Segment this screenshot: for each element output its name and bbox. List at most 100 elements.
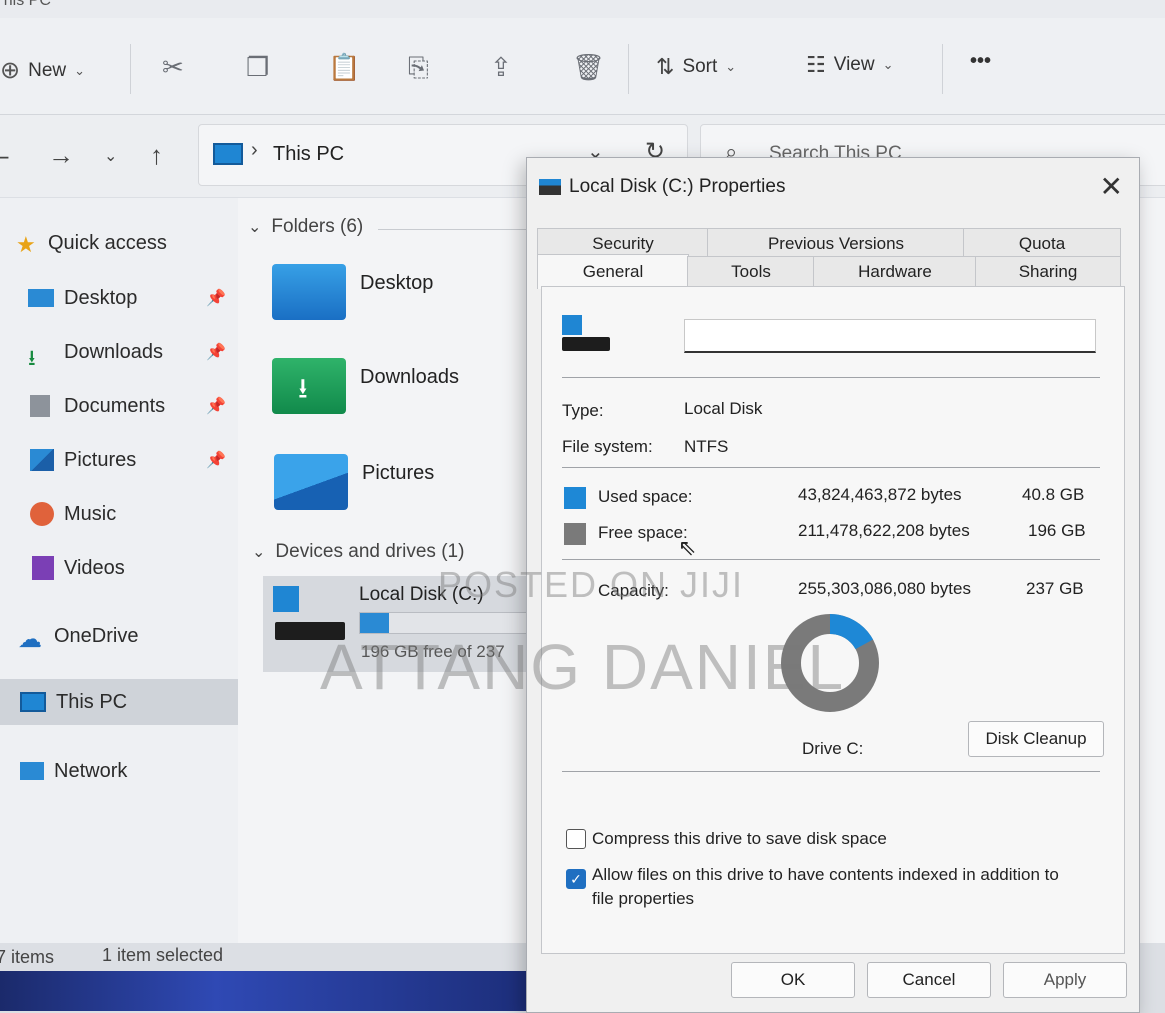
document-icon bbox=[30, 395, 50, 417]
cloud-icon: ☁ bbox=[18, 626, 42, 653]
sidebar-item-downloads[interactable]: ⭳ Downloads 📌 bbox=[0, 329, 262, 375]
sidebar-item-label: Pictures bbox=[64, 448, 137, 471]
pin-icon[interactable]: 📌 bbox=[206, 342, 226, 362]
back-arrow-icon[interactable]: – bbox=[0, 140, 8, 171]
view-label: View bbox=[833, 54, 875, 75]
toolbar-divider bbox=[130, 44, 131, 94]
chevron-down-icon: ⌄ bbox=[882, 57, 894, 72]
download-arrow-icon: ⭳ bbox=[298, 373, 308, 404]
hard-drive-icon bbox=[562, 337, 610, 351]
folder-downloads[interactable]: ⭳ Downloads bbox=[272, 358, 459, 414]
drive-icon bbox=[539, 179, 561, 195]
breadcrumb-chevron-icon: › bbox=[251, 139, 258, 161]
sidebar-item-network[interactable]: Network bbox=[0, 748, 254, 794]
drive-letter-label: Drive C: bbox=[802, 739, 864, 758]
tab-quota[interactable]: Quota bbox=[963, 228, 1121, 259]
sort-button[interactable]: ⇅ Sort ⌄ bbox=[656, 54, 736, 80]
pin-icon[interactable]: 📌 bbox=[206, 288, 226, 308]
network-icon bbox=[20, 762, 44, 780]
pictures-folder-icon bbox=[274, 454, 348, 510]
close-icon[interactable]: ✕ bbox=[1100, 170, 1123, 203]
compress-checkbox[interactable] bbox=[566, 829, 586, 849]
compress-label: Compress this drive to save disk space bbox=[592, 829, 887, 848]
sidebar-item-label: Desktop bbox=[64, 286, 138, 309]
toolbar-divider bbox=[942, 44, 943, 94]
used-space-bytes: 43,824,463,872 bytes bbox=[798, 485, 962, 504]
tab-general[interactable]: General bbox=[537, 254, 689, 289]
more-options-button[interactable]: ••• bbox=[970, 50, 991, 73]
plus-circle-icon: ⊕ bbox=[0, 57, 21, 84]
folder-label: Pictures bbox=[362, 462, 435, 484]
paste-icon[interactable]: 📋 bbox=[328, 54, 360, 80]
delete-icon[interactable]: 🗑 bbox=[572, 54, 605, 80]
tab-hardware[interactable]: Hardware bbox=[813, 256, 977, 287]
copy-icon[interactable]: ❐ bbox=[246, 54, 269, 80]
pin-icon[interactable]: 📌 bbox=[206, 450, 226, 470]
sort-label: Sort bbox=[682, 56, 718, 77]
drive-name: Local Disk (C:) bbox=[359, 584, 484, 605]
cut-icon[interactable]: ✂ bbox=[162, 54, 184, 80]
disk-cleanup-button[interactable]: Disk Cleanup bbox=[968, 721, 1104, 757]
view-list-icon: ☷ bbox=[806, 52, 826, 77]
sidebar-item-quick-access[interactable]: ★ Quick access bbox=[0, 220, 250, 266]
sidebar-item-label: Music bbox=[64, 502, 117, 525]
cancel-button[interactable]: Cancel bbox=[867, 962, 991, 998]
capacity-bytes: 255,303,086,080 bytes bbox=[798, 579, 971, 598]
folder-icon bbox=[272, 264, 346, 320]
drives-group-header[interactable]: ⌄ Devices and drives (1) bbox=[252, 541, 464, 563]
up-arrow-icon[interactable]: ↑ bbox=[150, 140, 163, 171]
volume-label-input[interactable] bbox=[684, 319, 1096, 353]
window-title: This PC bbox=[0, 0, 51, 9]
used-space-swatch bbox=[564, 487, 586, 509]
folder-label: Desktop bbox=[360, 272, 434, 294]
drive-free-text: 196 GB free of 237 bbox=[361, 642, 505, 661]
new-button[interactable]: ⊕ New ⌄ bbox=[0, 56, 85, 85]
share-icon[interactable]: ⇪ bbox=[490, 54, 512, 80]
view-button[interactable]: ☷ View ⌄ bbox=[806, 52, 893, 78]
filesystem-label: File system: bbox=[562, 437, 653, 456]
folder-desktop[interactable]: Desktop bbox=[272, 264, 433, 320]
folder-pictures[interactable]: Pictures bbox=[274, 454, 434, 510]
drive-tile-c[interactable]: Local Disk (C:) 196 GB free of 237 bbox=[263, 576, 543, 672]
sidebar-item-this-pc[interactable]: This PC bbox=[0, 679, 254, 725]
tab-sharing[interactable]: Sharing bbox=[975, 256, 1121, 287]
command-bar: ⊕ New ⌄ ✂ ❐ 📋 ⎘ ⇪ 🗑 ⇅ Sort ⌄ ☷ View ⌄ ••… bbox=[0, 18, 1165, 115]
item-count: 7 items bbox=[0, 947, 55, 967]
monitor-icon bbox=[213, 143, 243, 165]
forward-arrow-icon[interactable]: → bbox=[48, 140, 74, 171]
sidebar-item-videos[interactable]: Videos bbox=[0, 545, 266, 591]
monitor-icon bbox=[20, 692, 46, 712]
windows-logo-icon bbox=[273, 586, 299, 612]
tab-tools[interactable]: Tools bbox=[687, 256, 815, 287]
sidebar-item-desktop[interactable]: Desktop 📌 bbox=[0, 275, 262, 321]
sidebar-item-music[interactable]: Music bbox=[0, 491, 264, 537]
index-checkbox[interactable]: ✓ bbox=[566, 869, 586, 889]
recent-chevron-icon[interactable]: ⌄ bbox=[104, 146, 117, 166]
sidebar-item-documents[interactable]: Documents 📌 bbox=[0, 383, 264, 429]
index-label-line1: Allow files on this drive to have conten… bbox=[592, 865, 1059, 884]
filesystem-value: NTFS bbox=[684, 437, 729, 456]
videos-icon bbox=[32, 556, 54, 580]
rename-icon[interactable]: ⎘ bbox=[408, 54, 429, 80]
tab-previous-versions[interactable]: Previous Versions bbox=[707, 228, 965, 259]
desktop-icon bbox=[28, 289, 54, 307]
general-tab-panel: Type: Local Disk File system: NTFS Used … bbox=[541, 286, 1125, 954]
properties-dialog: Local Disk (C:) Properties ✕ Security Pr… bbox=[526, 157, 1140, 1013]
folders-header-label: Folders (6) bbox=[271, 216, 364, 237]
apply-button[interactable]: Apply bbox=[1003, 962, 1127, 998]
free-space-gb: 196 GB bbox=[1028, 521, 1086, 540]
folders-group-header[interactable]: ⌄ Folders (6) bbox=[248, 216, 363, 238]
sidebar-item-label: Downloads bbox=[64, 340, 163, 363]
hard-drive-icon bbox=[275, 622, 345, 640]
sidebar-item-pictures[interactable]: Pictures 📌 bbox=[0, 437, 264, 483]
divider bbox=[562, 467, 1100, 468]
group-divider bbox=[378, 229, 528, 230]
status-bar: 7 items 1 item selected bbox=[0, 943, 540, 971]
ok-button[interactable]: OK bbox=[731, 962, 855, 998]
new-label: New bbox=[28, 59, 67, 81]
pin-icon[interactable]: 📌 bbox=[206, 396, 226, 416]
used-space-gb: 40.8 GB bbox=[1022, 485, 1085, 504]
sidebar-item-onedrive[interactable]: ☁ OneDrive bbox=[0, 613, 252, 659]
free-space-label: Free space: bbox=[598, 523, 688, 542]
capacity-label: Capacity: bbox=[598, 581, 669, 600]
